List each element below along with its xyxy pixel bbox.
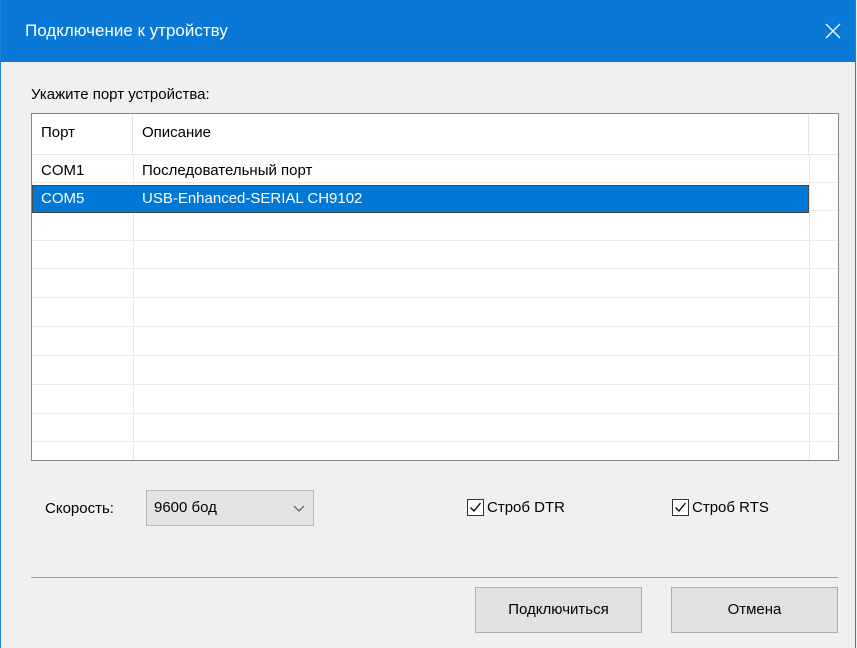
checkmark-icon xyxy=(675,502,687,512)
header-divider xyxy=(32,154,838,155)
column-gridline xyxy=(809,154,810,460)
rts-checkbox-box[interactable] xyxy=(672,499,689,516)
connect-button[interactable]: Подключиться xyxy=(475,587,642,633)
rts-label: Строб RTS xyxy=(692,499,769,516)
port-row-selected[interactable]: COM5 USB-Enhanced-SERIAL CH9102 xyxy=(32,185,809,213)
port-cell: COM5 xyxy=(41,190,85,207)
dtr-checkbox-box[interactable] xyxy=(467,499,484,516)
port-row[interactable]: COM1 Последовательный порт xyxy=(32,157,809,185)
title-bar[interactable]: Подключение к утройству xyxy=(1,0,855,62)
window-title: Подключение к утройству xyxy=(25,21,228,40)
close-button[interactable] xyxy=(811,0,855,62)
column-header-port[interactable]: Порт xyxy=(32,114,133,154)
row-gridline xyxy=(32,355,838,356)
port-cell: COM1 xyxy=(41,162,85,179)
checkmark-icon xyxy=(470,502,482,512)
column-header-filler xyxy=(809,114,838,154)
column-header-description[interactable]: Описание xyxy=(133,114,809,154)
separator xyxy=(31,577,838,578)
speed-dropdown[interactable]: 9600 бод xyxy=(146,490,314,526)
row-gridline xyxy=(32,413,838,414)
description-cell: USB-Enhanced-SERIAL CH9102 xyxy=(142,190,363,207)
port-prompt-label: Укажите порт устройства: xyxy=(31,86,210,103)
ports-listview[interactable]: Порт Описание COM1 Последовательный порт… xyxy=(31,113,839,461)
row-gridline xyxy=(32,384,838,385)
row-gridline xyxy=(32,326,838,327)
description-cell: Последовательный порт xyxy=(142,162,313,179)
row-gridline xyxy=(32,240,838,241)
chevron-down-icon xyxy=(293,505,305,512)
row-gridline xyxy=(32,297,838,298)
row-gridline xyxy=(32,441,838,442)
dtr-label: Строб DTR xyxy=(487,499,565,516)
list-header: Порт Описание xyxy=(32,114,838,154)
rts-checkbox[interactable]: Строб RTS xyxy=(672,497,802,519)
speed-value: 9600 бод xyxy=(154,499,217,516)
close-icon xyxy=(825,23,841,39)
cancel-button[interactable]: Отмена xyxy=(671,587,838,633)
row-gridline xyxy=(32,268,838,269)
dialog-window: Подключение к утройству Укажите порт уст… xyxy=(0,0,856,648)
speed-label: Скорость: xyxy=(45,500,114,517)
dtr-checkbox[interactable]: Строб DTR xyxy=(467,497,597,519)
